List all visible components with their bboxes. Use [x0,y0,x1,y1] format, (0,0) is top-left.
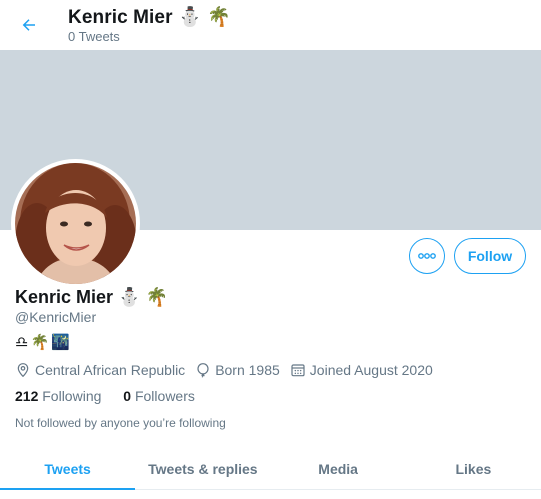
location-text: Central African Republic [35,362,186,378]
joined-item: Joined August 2020 [290,362,433,378]
back-button[interactable] [17,13,41,37]
joined-text: Joined August 2020 [309,362,433,378]
location-pin-icon [17,363,29,378]
following-link[interactable]: 212 Following [15,388,101,404]
tab-media[interactable]: Media [271,448,406,489]
profile-bio: ♎🌴🌃 [15,334,72,351]
tab-tweets-replies[interactable]: Tweets & replies [135,448,270,489]
tab-tweets[interactable]: Tweets [0,448,136,490]
following-label: Following [42,388,102,404]
followers-count: 0 [123,388,132,404]
more-options-button[interactable] [409,238,445,274]
avatar[interactable] [11,159,140,288]
follow-button[interactable]: Follow [454,238,526,274]
born-text: Born 1985 [215,362,280,378]
profile-handle: @KenricMier [15,309,97,325]
followers-link[interactable]: 0 Followers [123,388,195,404]
balloon-icon [197,363,209,378]
location-item: Central African Republic [15,362,185,378]
back-arrow-icon [22,19,35,31]
tab-likes[interactable]: Likes [406,448,541,489]
top-bar: Kenric Mier ⛄ 🌴 0 Tweets [0,0,541,50]
profile-stats: 212 Following 0 Followers [15,388,213,404]
followers-label: Followers [134,388,195,404]
not-followed-notice: Not followed by anyone you’re following [15,416,226,430]
profile-name: Kenric Mier ⛄ 🌴 [15,287,168,307]
header-profile-name: Kenric Mier ⛄ 🌴 [68,7,231,28]
more-options-icon [418,253,436,259]
born-item: Born 1985 [195,362,280,378]
profile-tabs: Tweets Tweets & replies Media Likes [0,448,541,490]
following-count: 212 [15,388,39,404]
header-tweet-count: 0 Tweets [68,29,120,44]
profile-meta: Central African Republic Born 1985 Joine… [15,361,443,379]
calendar-icon [291,364,305,377]
